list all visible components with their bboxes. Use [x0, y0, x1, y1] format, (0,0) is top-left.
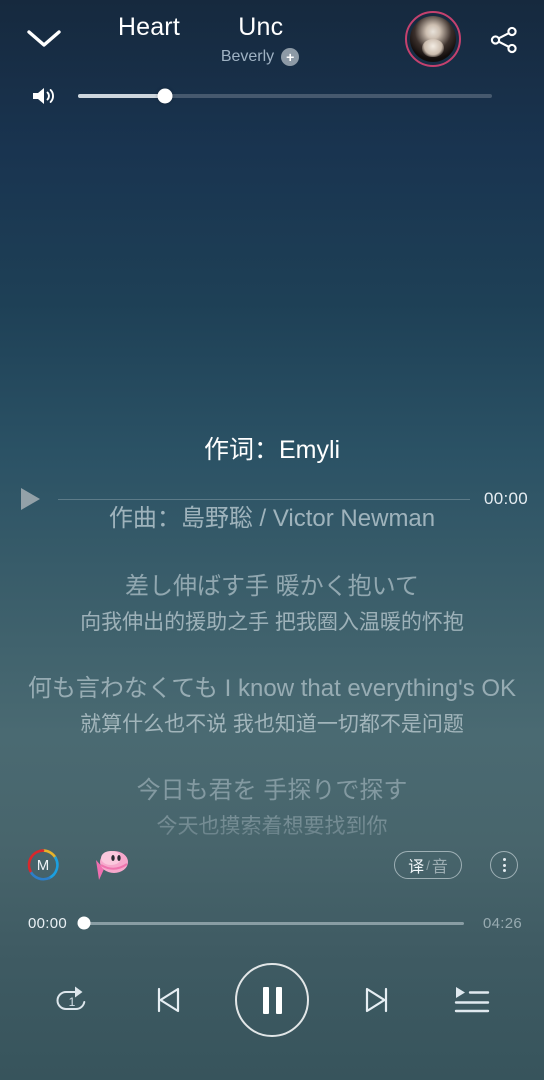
track-title-part-2: Unc — [238, 13, 284, 41]
volume-slider[interactable] — [78, 88, 492, 104]
track-title-marquee: y Heart Unc — [120, 10, 400, 44]
now-playing-screen: y Heart Unc Beverly + — [0, 0, 544, 1080]
volume-thumb[interactable] — [157, 88, 173, 104]
avatar — [410, 16, 456, 62]
lyric-gap — [0, 640, 544, 670]
volume-fill — [78, 94, 165, 98]
more-options-button[interactable] — [490, 851, 518, 879]
playback-seek-thumb[interactable] — [77, 916, 91, 930]
more-options-icon — [502, 869, 506, 872]
lyric-line[interactable]: 今日も君を 手探りで探す 今天也摸索着想要找到你 — [0, 772, 544, 844]
m-logo-letter: M — [36, 856, 50, 874]
current-time: 00:00 — [28, 914, 68, 932]
lyric-text: 今日も君を 手探りで探す — [136, 777, 408, 804]
lyric-line[interactable]: 何も言わなくても I know that everything's OK 就算什… — [0, 670, 544, 742]
translate-label-active: 译 — [408, 859, 425, 876]
translate-separator: / — [426, 857, 430, 873]
artist-row: Beverly + — [120, 44, 400, 70]
repeat-mode-button[interactable]: 1 — [44, 972, 100, 1028]
lyric-gap — [0, 538, 544, 568]
lyric-line[interactable]: 差し伸ばす手 暖かく抱いて 向我伸出的援助之手 把我圈入温暖的怀抱 — [0, 568, 544, 640]
play-pause-button[interactable] — [235, 963, 309, 1037]
track-title-part-1: y Heart — [120, 13, 180, 41]
kirby-sticker-icon — [96, 851, 128, 880]
chevron-down-icon — [27, 30, 61, 47]
more-options-icon — [502, 863, 506, 867]
playlist-queue-button[interactable] — [444, 972, 500, 1028]
total-time: 04:26 — [482, 914, 522, 932]
playback-progress-row: 00:00 04:26 — [0, 907, 544, 939]
lyric-text: 作词：Emyli — [203, 436, 341, 464]
translate-toggle-button[interactable]: 译 / 音 — [394, 851, 462, 879]
lyric-line[interactable]: 作词：Emyli — [0, 430, 544, 470]
playlist-queue-icon — [454, 987, 490, 1013]
share-icon — [490, 26, 517, 54]
collapse-player-button[interactable] — [22, 20, 66, 58]
lyric-text: 作曲：島野聡 / Victor Newman — [108, 505, 436, 532]
lyrics-action-bar: M 译 / 音 — [0, 842, 544, 888]
lyric-translation: 向我伸出的援助之手 把我圈入温暖的怀抱 — [80, 611, 464, 634]
lyric-gap — [0, 470, 544, 500]
volume-button[interactable] — [28, 82, 60, 110]
lyric-line[interactable]: 作曲：島野聡 / Victor Newman — [0, 500, 544, 538]
artist-name[interactable]: Beverly — [221, 47, 274, 67]
more-options-icon — [502, 858, 506, 861]
track-title-block[interactable]: y Heart Unc Beverly + — [120, 10, 400, 72]
kirby-sticker-button[interactable] — [92, 848, 132, 882]
track-title-text: y Heart Unc — [120, 10, 283, 44]
translate-label-inactive: 音 — [431, 859, 448, 876]
next-track-icon — [365, 987, 387, 1013]
volume-icon — [33, 88, 54, 104]
pause-icon — [262, 986, 269, 1014]
player-header: y Heart Unc Beverly + — [0, 0, 544, 78]
follow-artist-button[interactable]: + — [281, 48, 300, 66]
previous-track-button[interactable] — [140, 972, 196, 1028]
next-track-button[interactable] — [349, 972, 405, 1028]
lyric-translation: 今天也摸索着想要找到你 — [156, 815, 388, 838]
m-logo-button[interactable]: M — [26, 848, 60, 882]
lyric-gap — [0, 742, 544, 772]
playback-seek-slider[interactable] — [77, 916, 464, 930]
lyric-text: 何も言わなくても I know that everything's OK — [27, 675, 517, 702]
lyric-translation: 就算什么也不说 我也知道一切都不是问题 — [80, 713, 464, 736]
lyric-text: 差し伸ばす手 暖かく抱いて — [125, 573, 419, 600]
artist-avatar-button[interactable] — [405, 11, 461, 67]
share-button[interactable] — [482, 18, 526, 62]
transport-controls: 1 — [0, 950, 544, 1050]
repeat-count-badge: 1 — [68, 994, 76, 1009]
pause-icon — [275, 986, 282, 1014]
lyrics-panel[interactable]: 作词：Emyli 作曲：島野聡 / Victor Newman 差し伸ばす手 暖… — [0, 430, 544, 884]
previous-track-icon — [157, 987, 179, 1013]
repeat-one-wrap: 1 — [52, 980, 92, 1020]
volume-row — [0, 78, 544, 114]
